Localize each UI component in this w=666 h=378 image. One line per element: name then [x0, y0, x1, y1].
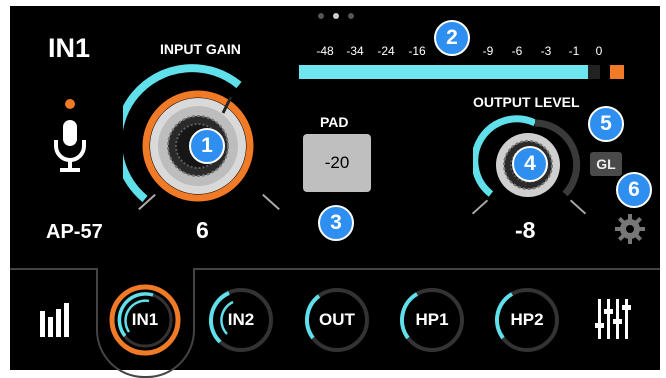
mixer-sliders-icon[interactable]: [595, 299, 631, 339]
meter-scale-tick: -34: [346, 44, 364, 58]
device-screen: IN1 AP-57 INPUT GAIN 6 -48 -34 -24 -16 -…: [10, 6, 660, 378]
pad-label: PAD: [320, 114, 349, 130]
meter-scale-tick: 0: [595, 44, 603, 58]
meter-scale-tick: -16: [408, 44, 426, 58]
input-gain-value: 6: [196, 217, 209, 243]
output-level-label: OUTPUT LEVEL: [473, 94, 580, 110]
gear-icon[interactable]: [614, 213, 646, 245]
meter-scale-tick: -1: [568, 44, 580, 58]
level-meter-fill: [299, 65, 588, 79]
tab-in2[interactable]: IN2: [205, 284, 277, 356]
level-meter: [299, 65, 600, 79]
tab-in1[interactable]: IN1: [109, 284, 181, 356]
callout-badge-6: 6: [616, 172, 652, 208]
mic-model-label[interactable]: AP-57: [46, 221, 103, 244]
meter-scale-tick: -24: [377, 44, 395, 58]
tab-bar-divider: [10, 268, 96, 270]
tab-hp2-label: HP2: [510, 310, 544, 329]
callout-badge-4: 4: [512, 146, 548, 182]
callout-badge-1: 1: [189, 128, 225, 164]
pad-button[interactable]: -20: [303, 134, 371, 192]
tab-out[interactable]: OUT: [301, 284, 373, 356]
page-dot[interactable]: [348, 13, 354, 19]
channel-name: IN1: [48, 33, 91, 63]
callout-badge-5: 5: [588, 106, 624, 142]
tab-in2-label: IN2: [227, 310, 255, 329]
microphone-icon[interactable]: [50, 118, 90, 176]
meter-scale-tick: -48: [316, 44, 334, 58]
page-dot[interactable]: [318, 13, 324, 19]
tab-hp1[interactable]: HP1: [396, 284, 468, 356]
input-gain-label: INPUT GAIN: [160, 41, 241, 57]
clip-indicator: [610, 65, 624, 79]
tab-out-label: OUT: [319, 310, 355, 329]
gl-button[interactable]: GL: [590, 152, 622, 176]
output-level-value: -8: [515, 217, 536, 243]
callout-badge-3: 3: [318, 205, 354, 241]
callout-badge-2: 2: [434, 20, 470, 56]
meter-scale-tick: -6: [511, 44, 523, 58]
tab-bar-divider: [195, 268, 660, 270]
meter-scale-tick: -3: [540, 44, 552, 58]
phantom-power-indicator: [65, 99, 75, 109]
meter-scale-tick: -9: [482, 44, 494, 58]
page-dot-active[interactable]: [333, 13, 339, 19]
meters-icon[interactable]: [40, 303, 70, 337]
tab-in1-label: IN1: [131, 310, 159, 329]
tab-hp2[interactable]: HP2: [491, 284, 563, 356]
tab-hp1-label: HP1: [415, 310, 449, 329]
